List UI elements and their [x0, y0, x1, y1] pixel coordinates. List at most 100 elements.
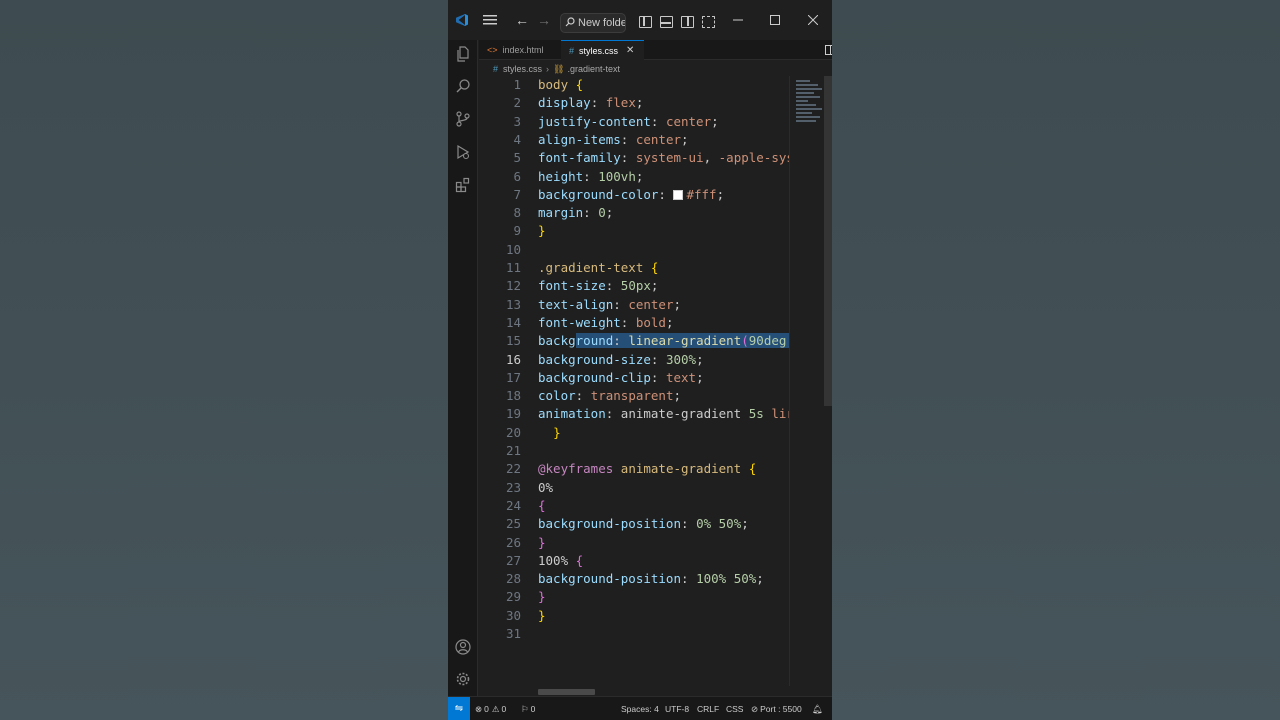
breadcrumb-symbol[interactable]: .gradient-text	[567, 64, 620, 74]
code-line: 2 display: flex;	[479, 94, 789, 112]
code-line: 12 font-size: 50px;	[479, 277, 789, 295]
code-line: 6 height: 100vh;	[479, 168, 789, 186]
settings-gear-icon[interactable]	[453, 669, 473, 689]
close-tab-icon[interactable]: ✕	[626, 45, 634, 56]
code-text: background-position: 0% 50%;	[538, 516, 749, 532]
eol-status[interactable]: CRLF	[697, 703, 719, 715]
tab-label: styles.css	[579, 45, 619, 56]
error-icon: ⊗	[475, 703, 483, 714]
line-number: 6	[513, 168, 521, 184]
line-number: 4	[513, 131, 521, 147]
line-number: 28	[505, 571, 521, 587]
notifications-bell-icon[interactable]: 🔔︎	[812, 703, 823, 715]
code-line: 23 0%	[479, 479, 789, 497]
ports-indicator[interactable]: ⚐ 0	[521, 703, 535, 715]
line-number: 24	[505, 497, 521, 513]
code-line: 31	[479, 625, 789, 643]
search-icon[interactable]	[453, 76, 473, 96]
maximize-icon[interactable]	[767, 12, 783, 28]
line-number: 26	[505, 534, 521, 550]
account-icon[interactable]	[453, 637, 473, 657]
code-text: body {	[538, 77, 584, 92]
code-line: 8 margin: 0;	[479, 204, 789, 222]
menu-icon[interactable]	[482, 12, 498, 28]
line-number: 7	[513, 186, 521, 202]
code-text: .gradient-text {	[538, 260, 659, 275]
remote-indicator-icon[interactable]: ⇋	[448, 697, 470, 720]
live-server-status[interactable]: ⊘ Port : 5500	[751, 703, 802, 715]
split-editor-icon[interactable]	[824, 44, 832, 56]
code-text: }	[553, 424, 561, 440]
code-line: 18 color: transparent;	[479, 387, 789, 405]
toggle-panel-icon[interactable]	[660, 16, 673, 28]
code-line: 14 font-weight: bold;	[479, 314, 789, 332]
code-text: {	[538, 497, 546, 513]
line-number: 18	[505, 388, 521, 404]
line-number: 5	[513, 150, 521, 166]
code-text: }	[538, 534, 546, 550]
encoding-status[interactable]: UTF-8	[665, 703, 689, 715]
code-line: 25 background-position: 0% 50%;	[479, 515, 789, 533]
vscode-logo-icon	[454, 12, 470, 28]
extensions-icon[interactable]	[453, 175, 473, 195]
code-line: 4 align-items: center;	[479, 131, 789, 149]
background-left	[0, 0, 448, 720]
search-icon	[565, 16, 575, 30]
minimap[interactable]	[794, 78, 824, 128]
code-line: 15 background: linear-gradient(90deg,	[479, 332, 789, 350]
ports-count: 0	[530, 704, 536, 714]
back-arrow-icon[interactable]: ←	[514, 12, 530, 28]
line-number: 1	[513, 77, 521, 92]
color-swatch[interactable]	[673, 189, 684, 200]
toggle-secondary-sidebar-icon[interactable]	[681, 16, 694, 28]
code-text: background-size: 300%;	[538, 351, 704, 367]
tab-styles-css[interactable]: # styles.css ✕	[561, 40, 644, 60]
minimize-icon[interactable]	[730, 12, 746, 28]
line-number: 15	[505, 333, 521, 349]
line-number: 19	[505, 406, 521, 422]
code-line: 7 background-color: #fff;	[479, 186, 789, 204]
port-label: Port : 5500	[760, 704, 802, 714]
code-editor[interactable]: 1 body { 2 display: flex; 3 justify-content…	[479, 76, 789, 686]
problems-indicator[interactable]: ⊗ 0 ⚠ 0	[475, 703, 506, 715]
title-bar: ← → New folde	[448, 0, 832, 40]
code-line: 28 background-position: 100% 50%;	[479, 570, 789, 588]
code-line: 16 background-size: 300%;	[479, 351, 789, 369]
line-number: 8	[513, 205, 521, 221]
customize-layout-icon[interactable]	[702, 16, 715, 28]
line-number: 9	[513, 223, 521, 239]
code-line: 9}	[479, 222, 789, 240]
vscode-window: ← → New folde <> index.html # styles.css…	[448, 0, 832, 720]
code-line: 26}	[479, 534, 789, 552]
code-text: 0%	[538, 479, 554, 495]
tab-index-html[interactable]: <> index.html	[479, 40, 561, 60]
code-line: 17 background-clip: text;	[479, 369, 789, 387]
run-debug-icon[interactable]	[453, 142, 473, 162]
code-line: 29}	[479, 588, 789, 606]
code-text: background-position: 100% 50%;	[538, 571, 764, 587]
indentation-status[interactable]: Spaces: 4	[621, 703, 659, 715]
code-text: background-clip: text;	[538, 369, 704, 385]
close-window-icon[interactable]	[805, 12, 821, 28]
language-mode-status[interactable]: CSS	[726, 703, 743, 715]
warning-count: 0	[501, 704, 507, 714]
horizontal-scrollbar[interactable]	[538, 689, 595, 695]
code-text: display: flex;	[538, 95, 644, 111]
forward-arrow-icon[interactable]: →	[536, 12, 552, 28]
line-number: 23	[505, 479, 521, 495]
code-text: font-size: 50px;	[538, 278, 659, 294]
line-number: 20	[505, 424, 521, 440]
source-control-icon[interactable]	[453, 109, 473, 129]
background-right	[832, 0, 1280, 720]
code-text: 100% {	[538, 552, 584, 568]
breadcrumb-file[interactable]: styles.css	[503, 64, 542, 74]
command-center-search[interactable]: New folde	[560, 13, 626, 33]
line-number: 2	[513, 95, 521, 111]
error-count: 0	[484, 704, 489, 714]
vertical-scrollbar[interactable]	[824, 76, 832, 406]
explorer-icon[interactable]	[453, 44, 473, 64]
toggle-primary-sidebar-icon[interactable]	[639, 16, 652, 28]
code-text: background-color: #fff;	[538, 186, 725, 202]
code-text: @keyframes animate-gradient {	[538, 461, 757, 477]
code-text: animation: animate-gradient 5s lir	[538, 406, 789, 422]
